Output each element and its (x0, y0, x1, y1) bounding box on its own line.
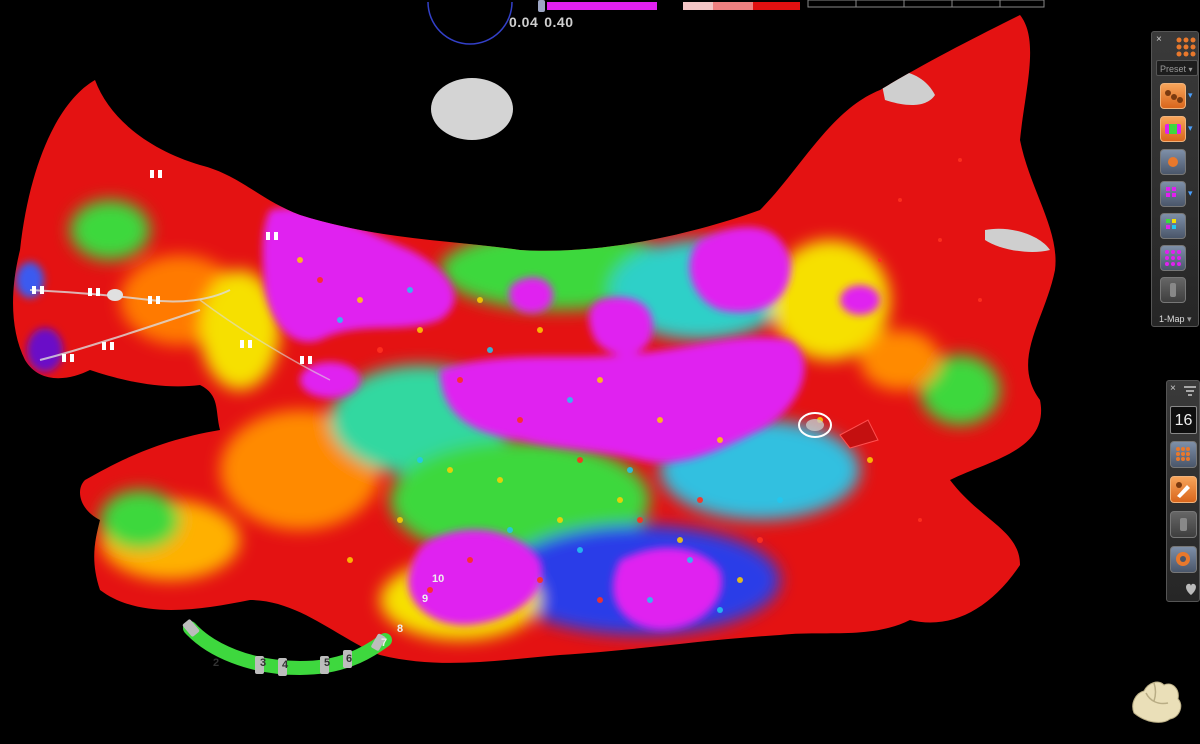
electrode-label: 5 (324, 657, 331, 669)
electrode-label: 7 (381, 637, 388, 649)
electrode-label: 3 (260, 657, 267, 669)
multi-grid-button[interactable] (1160, 245, 1186, 271)
colored-map-button[interactable] (1160, 116, 1186, 142)
map-viewport[interactable] (0, 0, 1200, 739)
grid-view-icon (1176, 447, 1190, 461)
ablation-button[interactable] (1170, 546, 1197, 573)
scale-frame (807, 0, 1045, 8)
electrode-label: 2 (213, 657, 220, 669)
brush-icon (1176, 482, 1190, 498)
catheter-view-icon (1165, 90, 1183, 103)
orientation-circle (427, 1, 513, 45)
ablation-icon (1176, 552, 1190, 566)
toolbar-close-button[interactable]: × (1156, 35, 1162, 45)
grid-button[interactable] (1160, 181, 1186, 207)
scale-slider-handle[interactable] (538, 0, 545, 12)
chevron-down-icon: ▾ (1188, 65, 1193, 74)
scale-pink-bar (683, 2, 713, 10)
chevron-down-icon: ▾ (1187, 314, 1192, 324)
light-marker (431, 78, 513, 140)
scale-magenta-bar (547, 2, 657, 10)
voltage-map-shape[interactable] (0, 0, 1200, 739)
point-button[interactable] (1160, 149, 1186, 175)
disabled-tool-button[interactable] (1160, 277, 1186, 303)
preset-label: Preset (1160, 64, 1187, 74)
disabled-tool-button[interactable] (1170, 511, 1197, 538)
filter-icon[interactable] (1182, 383, 1198, 399)
grid-view-button[interactable] (1170, 441, 1197, 468)
multi-grid-icon (1165, 250, 1181, 266)
disabled-tool-icon (1170, 283, 1176, 297)
disabled-tool-icon (1180, 518, 1187, 531)
map-toolbar: × Preset ▾ ▾ ▾ ▾ 1-Map ▾ (1151, 31, 1199, 327)
color-grid-button[interactable] (1160, 213, 1186, 239)
scale-high-value: 0.40 (544, 14, 574, 30)
scale-low-value: 0.04 (509, 14, 539, 30)
brush-button[interactable] (1170, 476, 1197, 503)
point-icon (1168, 157, 1178, 167)
color-scale (538, 0, 1045, 12)
heart-orientation-icon[interactable] (1128, 675, 1186, 730)
scale-salmon-bar (713, 2, 753, 10)
chevron-down-icon[interactable]: ▾ (1188, 123, 1193, 134)
colored-map-icon (1165, 124, 1181, 134)
electrode-label: 4 (282, 659, 289, 671)
electrode-label: 6 (346, 653, 353, 665)
preset-dropdown[interactable]: Preset ▾ (1156, 60, 1198, 76)
points-toolbar: × 16 (1166, 380, 1200, 602)
electrode-label: 9 (422, 593, 429, 605)
grid-icon (1166, 187, 1176, 197)
scale-red-bar (753, 2, 800, 10)
electrode-label: 10 (432, 573, 445, 585)
toolbar-close-button[interactable]: × (1170, 384, 1176, 394)
chevron-down-icon[interactable]: ▾ (1188, 90, 1193, 101)
chevron-down-icon[interactable]: ▾ (1188, 188, 1193, 199)
color-grid-icon (1166, 219, 1176, 229)
catheter-view-button[interactable] (1160, 83, 1186, 109)
map-select-dropdown[interactable]: 1-Map ▾ (1156, 313, 1200, 326)
map-settings-icon[interactable] (1174, 35, 1196, 57)
point-count-box[interactable]: 16 (1170, 406, 1197, 434)
scale-values: 0.04 0.40 (509, 14, 580, 30)
map-select-label: 1-Map (1159, 314, 1185, 324)
electrode-label: 8 (397, 623, 404, 635)
anatomy-map-canvas[interactable] (0, 0, 1200, 739)
heart-small-icon[interactable] (1183, 581, 1199, 597)
